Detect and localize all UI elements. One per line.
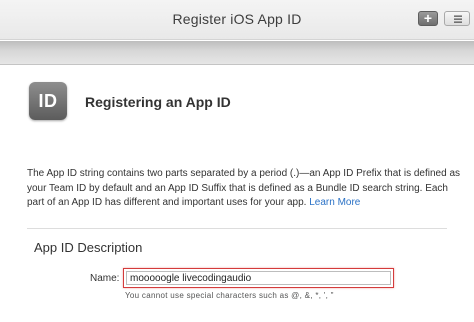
toolbar-band bbox=[0, 41, 474, 65]
register-app-id-page: Register iOS App ID + ID Registering an … bbox=[0, 0, 474, 322]
description-body: The App ID string contains two parts sep… bbox=[27, 168, 461, 208]
section-divider bbox=[27, 228, 447, 229]
learn-more-link[interactable]: Learn More bbox=[309, 197, 360, 208]
name-hint: You cannot use special characters such a… bbox=[125, 291, 334, 300]
filter-icon bbox=[454, 15, 462, 23]
app-id-icon: ID bbox=[29, 82, 67, 120]
add-button[interactable]: + bbox=[418, 11, 438, 26]
name-field-wrapper bbox=[123, 268, 394, 288]
description-text: The App ID string contains two parts sep… bbox=[27, 167, 467, 211]
name-field[interactable] bbox=[126, 271, 391, 285]
section-title: App ID Description bbox=[34, 240, 143, 255]
add-icon: + bbox=[423, 10, 433, 26]
window-title: Register iOS App ID bbox=[172, 11, 302, 27]
page-heading: Registering an App ID bbox=[85, 94, 231, 110]
filter-button[interactable] bbox=[444, 11, 470, 26]
title-bar: Register iOS App ID + bbox=[0, 0, 474, 40]
name-label: Name: bbox=[90, 273, 120, 284]
